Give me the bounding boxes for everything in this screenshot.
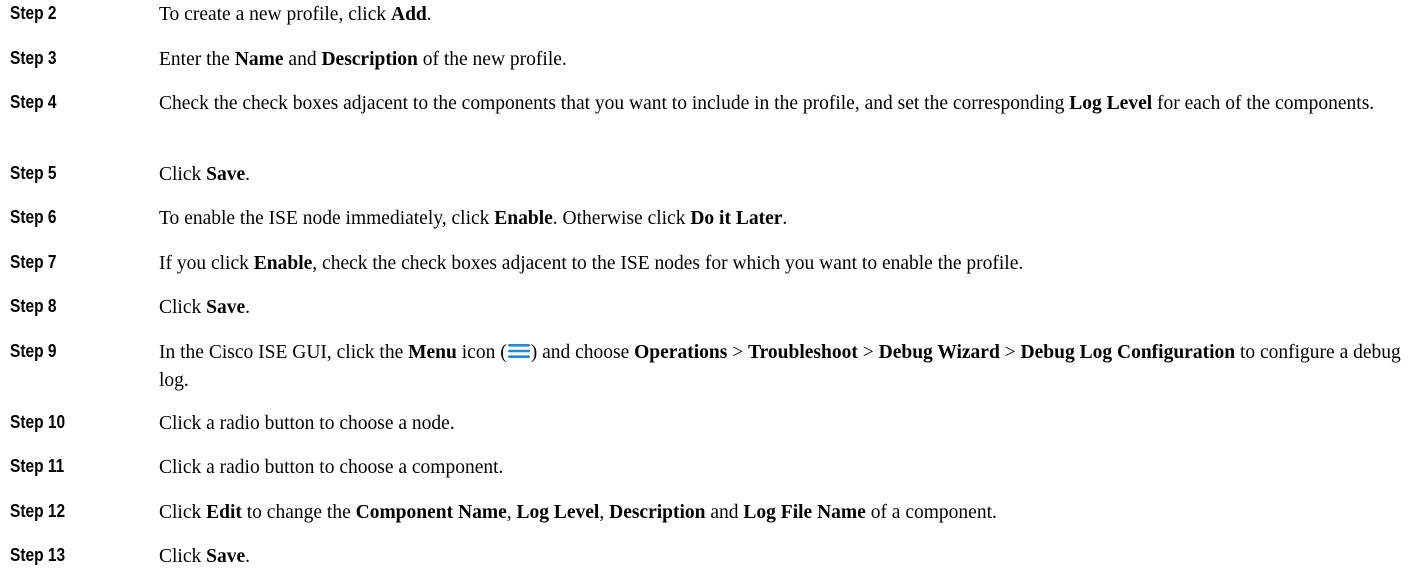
step-text: Click a radio button to choose a compone… (159, 457, 504, 478)
ui-term: Enable (494, 208, 553, 229)
step-label: Step 5 (10, 163, 57, 183)
ui-term: Do it Later (690, 208, 783, 229)
step-label: Step 4 (10, 92, 57, 112)
step-text: Click Save. (159, 164, 250, 185)
step-text: Click a radio button to choose a node. (159, 413, 455, 434)
step-text: Check the check boxes adjacent to the co… (159, 93, 1375, 114)
ui-term: Log Level (1069, 93, 1153, 114)
ui-term: Description (321, 49, 418, 70)
step-label: Step 3 (10, 48, 57, 68)
ui-term: Save (206, 297, 246, 318)
step-label: Step 12 (10, 501, 66, 521)
step-text: Click Save. (159, 297, 250, 318)
hamburger-menu-icon (507, 343, 530, 359)
step-text: Click Save. (159, 546, 250, 567)
ui-term: Troubleshoot (748, 342, 858, 363)
ui-term: Log File Name (743, 502, 866, 523)
step-text: In the Cisco ISE GUI, click the Menu ico… (159, 342, 1401, 391)
step-label: Step 8 (10, 296, 57, 316)
ui-term: Add (390, 4, 427, 25)
step-text: If you click Enable, check the check box… (159, 253, 1024, 274)
step-label: Step 6 (10, 207, 57, 227)
step-label: Step 10 (10, 412, 66, 432)
ui-term: Save (206, 546, 246, 567)
ui-term: Log Level (516, 502, 600, 523)
ui-term: Debug Log Configuration (1020, 342, 1236, 363)
step-label: Step 9 (10, 341, 57, 361)
step-text: Enter the Name and Description of the ne… (159, 49, 567, 70)
ui-term: Component Name (355, 502, 507, 523)
ui-term: Enable (253, 253, 313, 274)
ui-term: Edit (206, 502, 242, 523)
ui-term: Menu (408, 342, 457, 363)
ui-term: Operations (634, 342, 728, 363)
ui-term: Name (234, 49, 284, 70)
ui-term: Debug Wizard (878, 342, 1000, 363)
step-text: Click Edit to change the Component Name,… (159, 502, 997, 523)
ui-term: Save (206, 164, 246, 185)
step-label: Step 7 (10, 252, 57, 272)
step-text: To create a new profile, click Add. (159, 4, 432, 25)
step-label: Step 2 (10, 3, 57, 23)
step-text: To enable the ISE node immediately, clic… (159, 208, 788, 229)
step-label: Step 11 (10, 456, 65, 476)
ui-term: Description (609, 502, 706, 523)
step-label: Step 13 (10, 545, 66, 565)
